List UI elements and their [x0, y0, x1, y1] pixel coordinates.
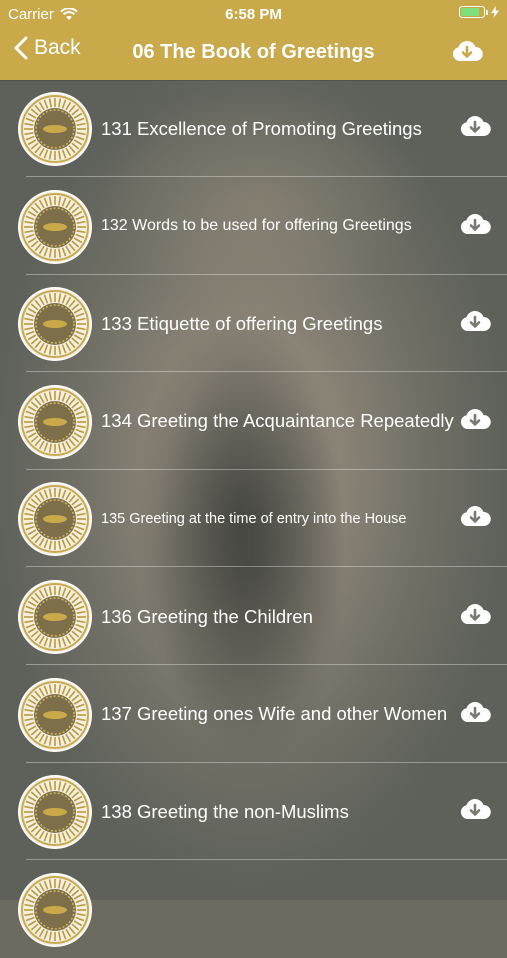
cloud-download-icon: [460, 311, 491, 332]
navigation-bar: Carrier 6:58 PM Back 06 The Book of Gree…: [0, 0, 507, 80]
chapter-title: 135 Greeting at the time of entry into t…: [101, 510, 407, 527]
cloud-download-icon: [460, 604, 491, 624]
cloud-download-icon: [460, 213, 491, 234]
cloud-download-icon: [460, 408, 491, 429]
status-time: 6:58 PM: [225, 6, 282, 23]
chapter-title: 133 Etiquette of offering Greetings: [101, 312, 383, 334]
chapter-thumbnail: [18, 384, 92, 459]
chapter-thumbnail: [18, 92, 92, 166]
chapter-thumbnail: [18, 189, 92, 264]
battery-indicator: [459, 6, 499, 18]
chapter-thumbnail: [18, 677, 92, 752]
chapter-download-button[interactable]: [459, 114, 491, 142]
chapter-title: 131 Excellence of Promoting Greetings: [101, 117, 422, 139]
chapter-title: 137 Greeting ones Wife and other Women: [101, 703, 448, 725]
chapter-download-button[interactable]: [459, 309, 491, 337]
chapter-thumbnail: [18, 775, 92, 850]
cloud-download-icon: [460, 799, 491, 820]
cloud-download-icon: [460, 506, 491, 527]
chapter-row[interactable]: 135 Greeting at the time of entry into t…: [0, 470, 507, 568]
status-bar: Carrier 6:58 PM: [0, 0, 507, 28]
chapter-row[interactable]: 134 Greeting the Acquaintance Repeatedly: [0, 373, 507, 470]
chapter-row[interactable]: 138 Greeting the non-Muslims: [0, 763, 507, 861]
chapter-title: [101, 861, 451, 958]
chapter-title: 136 Greeting the Children: [101, 605, 313, 627]
battery-icon: [459, 6, 485, 18]
chapter-title: 134 Greeting the Acquaintance Repeatedly: [101, 410, 454, 432]
chapter-list: 131 Excellence of Promoting Greetings 132…: [0, 80, 507, 947]
chapter-row[interactable]: 137 Greeting ones Wife and other Women: [0, 666, 507, 763]
page-title: 06 The Book of Greetings: [132, 41, 375, 63]
chapter-thumbnail: [18, 287, 92, 362]
chapter-row[interactable]: 136 Greeting the Children: [0, 568, 507, 665]
chapter-download-button[interactable]: [459, 504, 491, 532]
chapter-row[interactable]: 132 Words to be used for offering Greeti…: [0, 178, 507, 275]
chapter-download-button[interactable]: [459, 407, 491, 435]
chapter-thumbnail: [18, 872, 92, 947]
chapter-row[interactable]: 131 Excellence of Promoting Greetings: [0, 80, 507, 177]
chapter-title: 132 Words to be used for offering Greeti…: [101, 217, 412, 235]
chapter-download-button[interactable]: [459, 212, 491, 240]
chapter-download-button[interactable]: [459, 797, 491, 825]
charging-bolt-icon: [491, 6, 499, 18]
chapter-thumbnail: [18, 580, 92, 654]
chapter-download-button[interactable]: [459, 700, 491, 728]
chapter-title: 138 Greeting the non-Muslims: [101, 800, 349, 822]
chapter-row[interactable]: 133 Etiquette of offering Greetings: [0, 275, 507, 373]
chapter-download-button[interactable]: [459, 602, 491, 630]
cloud-download-icon: [460, 116, 491, 136]
cloud-download-icon: [460, 701, 491, 722]
cloud-download-icon: [452, 41, 483, 61]
chapter-thumbnail: [18, 482, 92, 557]
chapter-row[interactable]: [0, 861, 507, 958]
download-all-button[interactable]: [451, 39, 483, 70]
